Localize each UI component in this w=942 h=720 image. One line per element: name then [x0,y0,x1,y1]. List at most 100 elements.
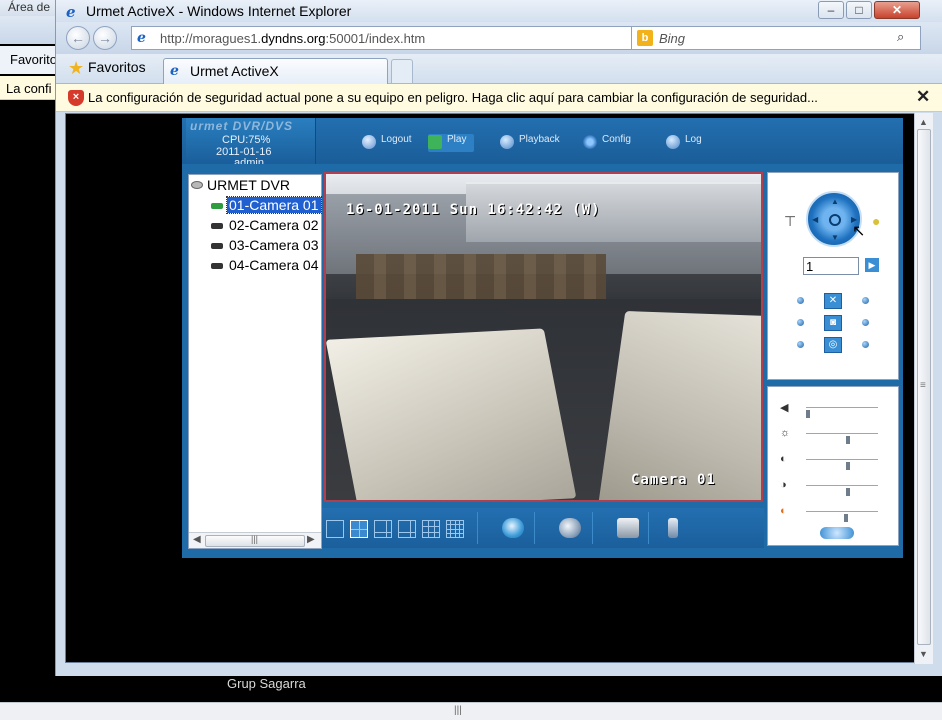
slider-track[interactable] [806,459,878,470]
scrollbar-thumb[interactable]: ≡ [917,129,931,645]
address-host: dyndns.org [261,31,326,46]
slider-track[interactable] [806,485,878,496]
volume-slider[interactable]: ◀ [780,401,890,418]
layout-8-button[interactable] [398,520,416,538]
ptz-up-icon[interactable]: ▲ [831,197,839,206]
contrast-slider[interactable]: ◐ [780,453,890,470]
tab-urmet-activex[interactable]: e Urmet ActiveX [163,58,388,84]
tree-item-camera-04[interactable]: 04-Camera 04 [211,257,321,275]
tree-item-camera-03[interactable]: 03-Camera 03 [211,237,321,255]
preset-go-button[interactable]: ▶ [865,258,879,272]
ptz-pin-icon[interactable]: ⊤ [784,213,796,230]
menu-playback-label: Playback [519,134,560,145]
layout-1-button[interactable] [326,520,344,538]
capture-button[interactable] [617,518,639,538]
light-bulb-icon[interactable]: ● [872,213,880,229]
new-tab-button[interactable] [391,59,413,83]
menu-log[interactable]: Log [666,134,702,152]
scrollbar-thumb[interactable]: ||| [205,534,305,547]
tree-root[interactable]: URMET DVR [191,177,290,193]
info-bar-text[interactable]: La configuración de seguridad actual pon… [88,90,818,105]
tree-horizontal-scrollbar[interactable]: ◀ ||| ▶ [189,532,321,548]
navigation-bar: ← → e http://moragues1.dyndns.org:50001/… [56,22,942,54]
info-bar-close-button[interactable]: ✕ [916,87,930,107]
background-favorites[interactable]: Favorito [0,46,56,74]
camera-icon [211,263,223,269]
scroll-down-icon[interactable]: ▼ [919,649,928,659]
brightness-slider[interactable]: ☼ [780,427,890,444]
reset-image-button[interactable] [820,527,854,539]
minimize-button[interactable]: – [818,1,844,19]
menu-config-label: Config [602,134,631,145]
layout-6-button[interactable] [374,520,392,538]
slider-track[interactable] [806,433,878,444]
focus-button[interactable]: ◙ [824,315,842,331]
tree-item-label: 01-Camera 01 [226,196,322,214]
favorites-label: Favoritos [88,59,146,75]
scroll-left-icon[interactable]: ◀ [193,534,201,545]
bing-logo-icon: b [637,30,653,46]
address-url[interactable]: http://moragues1.dyndns.org:50001/index.… [160,31,425,46]
ptz-dot-icon[interactable] [862,297,869,304]
tree-item-camera-02[interactable]: 02-Camera 02 [211,217,321,235]
back-button[interactable]: ← [66,26,90,50]
background-info-bar[interactable]: La confi [0,76,56,100]
snapshot-button[interactable] [502,518,524,538]
layout-4-button[interactable] [350,520,368,538]
playback-icon [500,135,514,149]
dvr-header: urmet DVR/DVS CPU:75% 2011-01-16 admin L… [182,118,903,164]
record-camera-button[interactable] [559,518,581,538]
menu-play[interactable]: Play [428,134,475,152]
tree-root-label: URMET DVR [207,177,290,193]
favorites-button[interactable]: ★ Favoritos [68,58,146,81]
ptz-dot-icon[interactable] [797,319,804,326]
video-truck-left [326,328,577,500]
security-info-bar[interactable]: × La configuración de seguridad actual p… [56,84,942,112]
menu-playback[interactable]: Playback [500,134,560,152]
ptz-dot-icon[interactable] [862,341,869,348]
ptz-dot-icon[interactable] [862,319,869,326]
toolbar-separator [592,512,593,544]
horizontal-scrollbar[interactable]: ||| [0,702,942,720]
slider-thumb[interactable] [846,488,850,496]
talk-button[interactable] [668,518,678,538]
window-title: Urmet ActiveX - Windows Internet Explore… [86,3,352,19]
camera-icon [211,203,223,209]
address-bar[interactable]: e http://moragues1.dyndns.org:50001/inde… [131,26,693,50]
forward-button[interactable]: → [93,26,117,50]
maximize-button[interactable]: □ [846,1,872,19]
zoom-button[interactable]: ✕ [824,293,842,309]
tree-item-camera-01[interactable]: 01-Camera 01 [211,196,322,215]
saturation-slider[interactable]: ◑ [780,479,890,496]
iris-button[interactable]: ◎ [824,337,842,353]
slider-thumb[interactable] [806,410,810,418]
preset-input[interactable] [803,257,859,275]
search-box[interactable]: b Bing ⌕ [631,26,921,50]
page-vertical-scrollbar[interactable]: ▲ ≡ ▼ [914,113,933,664]
menu-logout[interactable]: Logout [362,134,412,152]
slider-thumb[interactable] [846,462,850,470]
menu-config[interactable]: Config [583,134,631,152]
slider-track[interactable] [806,407,878,418]
scroll-right-icon[interactable]: ▶ [307,534,315,545]
ptz-dot-icon[interactable] [797,297,804,304]
ptz-down-icon[interactable]: ▼ [831,233,839,242]
slider-track[interactable] [806,511,878,522]
scroll-up-icon[interactable]: ▲ [919,117,928,127]
search-icon[interactable]: ⌕ [897,29,904,45]
close-window-button[interactable]: ✕ [874,1,920,19]
layout-9-button[interactable] [422,520,440,538]
video-toolbar [322,508,764,548]
osd-camera-label: Camera 01 [631,472,716,488]
slider-thumb[interactable] [846,436,850,444]
slider-thumb[interactable] [844,514,848,522]
hue-slider[interactable]: ◐ [780,505,890,522]
search-input[interactable]: Bing [659,31,685,46]
layout-16-button[interactable] [446,520,464,538]
ptz-dot-icon[interactable] [797,341,804,348]
video-viewport[interactable]: 16-01-2011 Sun 16:42:42 (W) Camera 01 [324,172,763,502]
ptz-left-icon[interactable]: ◀ [812,215,818,224]
tree-item-label: 02-Camera 02 [229,217,319,233]
ptz-center-button[interactable] [829,214,841,226]
video-pallets [356,254,606,304]
